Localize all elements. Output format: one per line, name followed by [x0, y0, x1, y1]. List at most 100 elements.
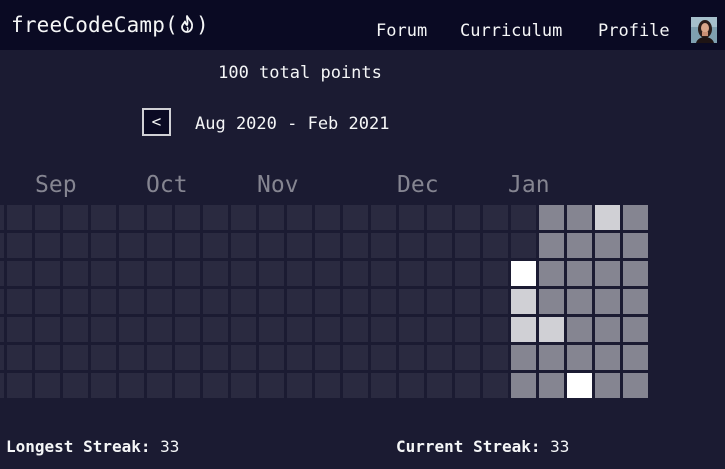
heatmap-cell[interactable]	[0, 317, 4, 342]
heatmap-cell[interactable]	[371, 317, 396, 342]
avatar[interactable]	[691, 17, 717, 43]
heatmap-cell[interactable]	[91, 317, 116, 342]
heatmap-cell[interactable]	[623, 373, 648, 398]
heatmap-cell[interactable]	[343, 233, 368, 258]
heatmap-cell[interactable]	[63, 289, 88, 314]
heatmap-cell[interactable]	[539, 345, 564, 370]
heatmap-cell[interactable]	[623, 205, 648, 230]
heatmap-cell[interactable]	[35, 289, 60, 314]
heatmap-cell[interactable]	[63, 345, 88, 370]
heatmap-cell[interactable]	[63, 317, 88, 342]
heatmap-cell[interactable]	[7, 345, 32, 370]
heatmap-cell[interactable]	[427, 317, 452, 342]
heatmap-cell[interactable]	[35, 345, 60, 370]
heatmap-cell[interactable]	[0, 261, 4, 286]
heatmap-cell[interactable]	[63, 261, 88, 286]
heatmap-cell[interactable]	[119, 317, 144, 342]
nav-profile-link[interactable]: Profile	[598, 21, 670, 41]
heatmap-cell[interactable]	[371, 373, 396, 398]
heatmap-cell[interactable]	[35, 373, 60, 398]
heatmap-cell[interactable]	[119, 289, 144, 314]
heatmap-cell[interactable]	[315, 317, 340, 342]
heatmap-cell[interactable]	[315, 233, 340, 258]
heatmap-cell[interactable]	[511, 345, 536, 370]
heatmap-cell[interactable]	[483, 345, 508, 370]
heatmap-cell[interactable]	[511, 289, 536, 314]
heatmap-cell[interactable]	[259, 205, 284, 230]
heatmap-cell[interactable]	[147, 205, 172, 230]
previous-range-button[interactable]: <	[142, 108, 171, 136]
heatmap-cell[interactable]	[203, 345, 228, 370]
heatmap-cell[interactable]	[0, 205, 4, 230]
heatmap-cell[interactable]	[287, 233, 312, 258]
heatmap-cell[interactable]	[455, 317, 480, 342]
heatmap-cell[interactable]	[231, 261, 256, 286]
heatmap-cell[interactable]	[175, 289, 200, 314]
heatmap-cell[interactable]	[287, 317, 312, 342]
heatmap-cell[interactable]	[119, 233, 144, 258]
heatmap-cell[interactable]	[483, 289, 508, 314]
heatmap-cell[interactable]	[147, 373, 172, 398]
heatmap-cell[interactable]	[259, 233, 284, 258]
heatmap-cell[interactable]	[175, 205, 200, 230]
heatmap-cell[interactable]	[7, 317, 32, 342]
heatmap-cell[interactable]	[623, 317, 648, 342]
heatmap-cell[interactable]	[595, 261, 620, 286]
heatmap-cell[interactable]	[399, 289, 424, 314]
heatmap-cell[interactable]	[539, 233, 564, 258]
heatmap-cell[interactable]	[399, 261, 424, 286]
heatmap-cell[interactable]	[315, 205, 340, 230]
heatmap-cell[interactable]	[147, 233, 172, 258]
heatmap-cell[interactable]	[63, 233, 88, 258]
heatmap-cell[interactable]	[119, 205, 144, 230]
heatmap-cell[interactable]	[231, 205, 256, 230]
heatmap-cell[interactable]	[175, 233, 200, 258]
heatmap-cell[interactable]	[203, 373, 228, 398]
heatmap-cell[interactable]	[287, 205, 312, 230]
heatmap-cell[interactable]	[567, 345, 592, 370]
heatmap-cell[interactable]	[343, 205, 368, 230]
heatmap-cell[interactable]	[399, 345, 424, 370]
heatmap-cell[interactable]	[147, 317, 172, 342]
heatmap-cell[interactable]	[287, 289, 312, 314]
heatmap-cell[interactable]	[0, 289, 4, 314]
heatmap-cell[interactable]	[455, 289, 480, 314]
heatmap-cell[interactable]	[371, 289, 396, 314]
heatmap-cell[interactable]	[483, 317, 508, 342]
heatmap-cell[interactable]	[7, 261, 32, 286]
heatmap-cell[interactable]	[147, 261, 172, 286]
heatmap-cell[interactable]	[427, 345, 452, 370]
heatmap-cell[interactable]	[595, 317, 620, 342]
heatmap-cell[interactable]	[63, 205, 88, 230]
heatmap-cell[interactable]	[455, 261, 480, 286]
heatmap-cell[interactable]	[7, 205, 32, 230]
heatmap-cell[interactable]	[427, 205, 452, 230]
heatmap-cell[interactable]	[371, 205, 396, 230]
heatmap-cell[interactable]	[315, 261, 340, 286]
heatmap-cell[interactable]	[343, 373, 368, 398]
heatmap-cell[interactable]	[623, 261, 648, 286]
heatmap-cell[interactable]	[511, 205, 536, 230]
heatmap-cell[interactable]	[7, 373, 32, 398]
heatmap-cell[interactable]	[567, 289, 592, 314]
heatmap-cell[interactable]	[343, 289, 368, 314]
heatmap-cell[interactable]	[7, 233, 32, 258]
heatmap-cell[interactable]	[539, 317, 564, 342]
heatmap-cell[interactable]	[259, 317, 284, 342]
heatmap-cell[interactable]	[203, 233, 228, 258]
heatmap-cell[interactable]	[7, 289, 32, 314]
heatmap-cell[interactable]	[455, 373, 480, 398]
heatmap-cell[interactable]	[455, 233, 480, 258]
heatmap-cell[interactable]	[119, 373, 144, 398]
heatmap-cell[interactable]	[259, 261, 284, 286]
heatmap-cell[interactable]	[483, 373, 508, 398]
heatmap-cell[interactable]	[259, 373, 284, 398]
heatmap-cell[interactable]	[203, 289, 228, 314]
heatmap-cell[interactable]	[371, 345, 396, 370]
heatmap-cell[interactable]	[0, 345, 4, 370]
heatmap-cell[interactable]	[259, 345, 284, 370]
heatmap-cell[interactable]	[539, 373, 564, 398]
heatmap-cell[interactable]	[511, 373, 536, 398]
heatmap-cell[interactable]	[427, 233, 452, 258]
heatmap-cell[interactable]	[91, 261, 116, 286]
